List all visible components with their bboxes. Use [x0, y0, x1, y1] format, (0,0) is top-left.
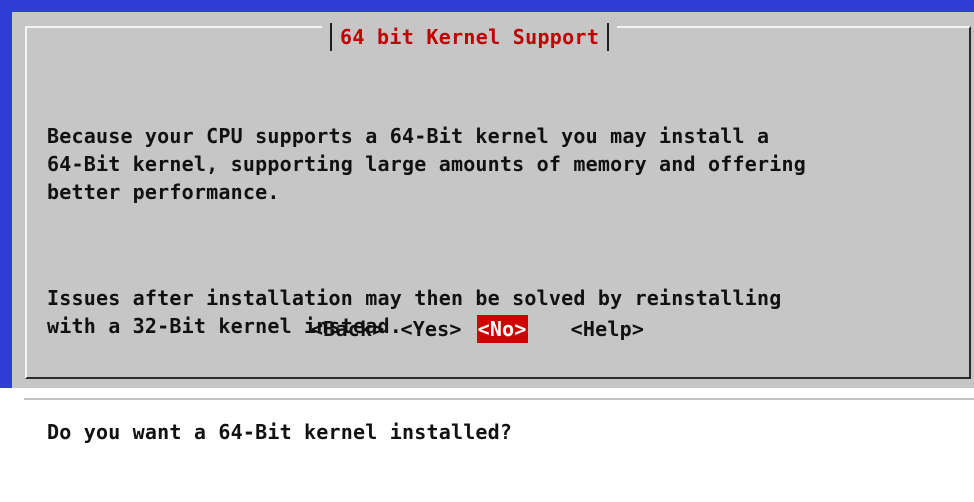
- no-button[interactable]: <No>: [476, 315, 528, 343]
- install-question: Do you want a 64-Bit kernel installed?: [47, 420, 513, 444]
- installer-screen: 64 bit Kernel Support Because your CPU s…: [0, 0, 974, 444]
- dialog-title: 64 bit Kernel Support: [340, 25, 600, 49]
- kernel-support-dialog: 64 bit Kernel Support Because your CPU s…: [12, 12, 974, 444]
- dialog-title-area: 64 bit Kernel Support: [322, 23, 618, 51]
- title-right-border: [607, 23, 610, 51]
- yes-button[interactable]: <Yes>: [399, 315, 462, 343]
- help-button[interactable]: <Help>: [570, 315, 645, 343]
- dialog-bottom-edge: [24, 398, 974, 400]
- blue-background-top: [0, 0, 974, 12]
- title-left-border: [330, 23, 332, 51]
- dialog-message: Because your CPU supports a 64-Bit kerne…: [47, 66, 927, 502]
- dialog-buttons: <Back> <Yes> <No> <Help>: [310, 315, 645, 343]
- back-button[interactable]: <Back>: [310, 315, 385, 343]
- blue-background-left: [0, 0, 12, 388]
- message-paragraph-1: Because your CPU supports a 64-Bit kerne…: [47, 124, 806, 204]
